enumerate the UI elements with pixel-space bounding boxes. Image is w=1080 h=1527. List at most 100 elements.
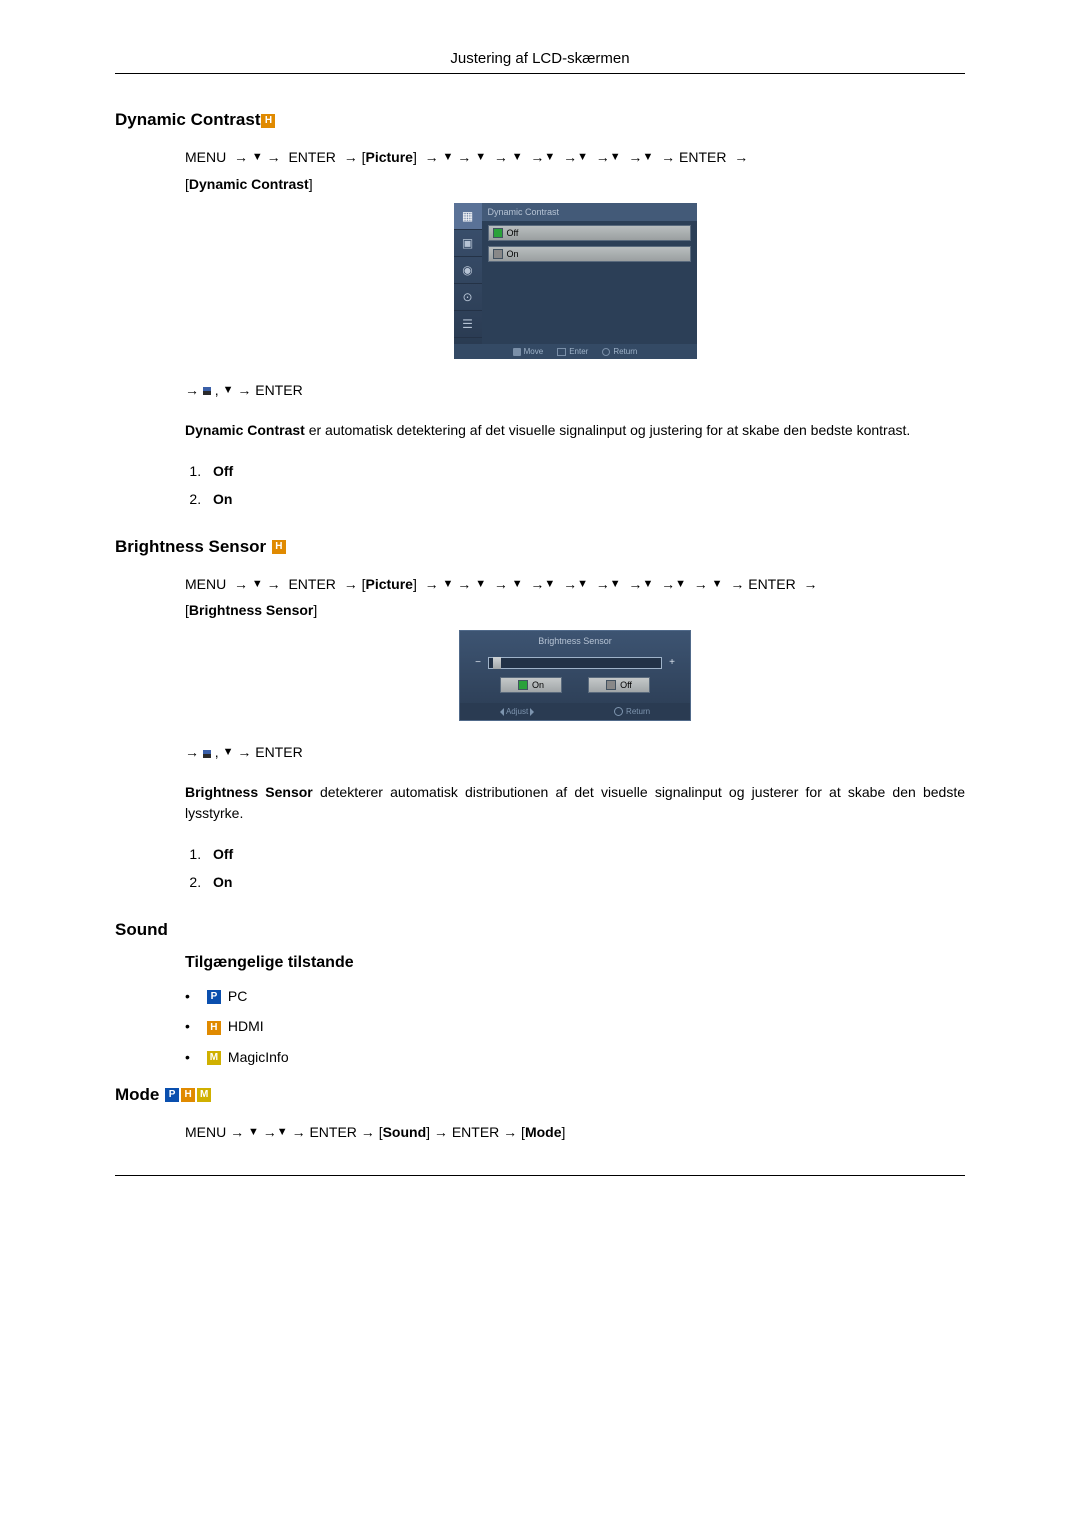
check-icon (606, 680, 616, 690)
page-footer-rule (115, 1175, 965, 1176)
nav-post-brightness-sensor: → , ▼ → ENTER (185, 739, 965, 766)
nav-brightness-sensor-bracket: Brightness Sensor (189, 602, 313, 618)
nav-path-brightness-sensor: MENU → ▼ → ENTER → [Picture] → ▼ → ▼ → ▼… (185, 571, 965, 624)
pc-icon: P (165, 1088, 179, 1102)
down-arrow-icon: ▼ (443, 574, 454, 595)
dynamic-contrast-options-list: Off On (185, 457, 965, 513)
down-arrow-icon: ▼ (577, 574, 588, 595)
down-arrow-icon: ▼ (475, 147, 486, 168)
nav-picture: Picture (365, 149, 412, 165)
hdmi-icon: H (272, 540, 286, 554)
osd-option-label: On (507, 249, 519, 259)
osd-footer: Move Enter Return (454, 344, 697, 359)
section-title-mode: Mode PHM (115, 1085, 965, 1105)
down-arrow-icon: ▼ (642, 574, 653, 595)
desc-bold: Brightness Sensor (185, 784, 313, 800)
down-arrow-icon: ▼ (610, 574, 621, 595)
list-item: On (205, 485, 965, 513)
down-arrow-icon: ▼ (712, 574, 723, 595)
list-item: P PC (185, 988, 965, 1004)
nav-sound: Sound (383, 1124, 427, 1140)
nav-enter: ENTER (288, 576, 335, 592)
osd-option-off: Off (488, 225, 691, 241)
slider-track (488, 657, 662, 669)
nav-picture: Picture (365, 576, 412, 592)
down-arrow-icon: ▼ (248, 1122, 259, 1143)
plus-icon: + (668, 657, 676, 668)
down-arrow-icon: ▼ (277, 1122, 288, 1143)
mode-label: PC (228, 988, 247, 1004)
available-modes-heading: Tilgængelige tilstande (185, 954, 965, 972)
section-title-dynamic-contrast: Dynamic ContrastH (115, 110, 965, 130)
osd-button-label: On (532, 680, 544, 690)
square-icon (203, 387, 211, 395)
osd-footer-enter: Enter (557, 347, 588, 356)
hdmi-icon: H (181, 1088, 195, 1102)
hdmi-icon: H (261, 114, 275, 128)
available-modes-list: P PC HHDMI M MagicInfo (185, 988, 965, 1065)
osd-dynamic-contrast: ▦ ▣ ◉ ⊙ ☰ Dynamic Contrast Off On Move (454, 203, 697, 359)
osd-sidebar-item: ◉ (454, 257, 482, 284)
list-item: Off (205, 840, 965, 868)
check-icon (493, 228, 503, 238)
nav-menu: MENU (185, 149, 226, 165)
nav-menu: MENU (185, 1124, 226, 1140)
hdmi-icon: H (207, 1021, 221, 1035)
down-arrow-icon: ▼ (252, 147, 263, 168)
osd-footer-return: Return (614, 707, 650, 716)
osd-footer-adjust: Adjust (500, 707, 534, 716)
magicinfo-icon: M (197, 1088, 211, 1102)
nav-post-dynamic-contrast: → , ▼ → ENTER (185, 377, 965, 404)
pc-icon: P (207, 990, 221, 1004)
osd-footer: Adjust Return (460, 703, 690, 720)
desc-bold: Dynamic Contrast (185, 422, 305, 438)
osd-button-off: Off (588, 677, 650, 693)
brightness-sensor-description: Brightness Sensor detekterer automatisk … (185, 782, 965, 824)
option-off: Off (213, 463, 233, 479)
nav-enter: ENTER (452, 1124, 499, 1140)
nav-enter: ENTER (255, 382, 302, 398)
list-item: HHDMI (185, 1018, 965, 1034)
page-title: Justering af LCD-skærmen (115, 50, 965, 74)
nav-enter: ENTER (255, 744, 302, 760)
option-off: Off (213, 846, 233, 862)
desc-rest: er automatisk detektering af det visuell… (305, 422, 910, 438)
nav-path-dynamic-contrast: MENU → ▼ → ENTER → [Picture] → ▼ → ▼ → ▼… (185, 144, 965, 197)
down-arrow-icon: ▼ (223, 380, 234, 401)
osd-sidebar-item: ▣ (454, 230, 482, 257)
down-arrow-icon: ▼ (443, 147, 454, 168)
osd-option-on: On (488, 246, 691, 262)
dynamic-contrast-description: Dynamic Contrast er automatisk detekteri… (185, 420, 965, 441)
osd-title: Brightness Sensor (460, 631, 690, 651)
option-on: On (213, 874, 232, 890)
down-arrow-icon: ▼ (512, 574, 523, 595)
section-title-brightness-sensor: Brightness Sensor H (115, 537, 965, 557)
down-arrow-icon: ▼ (577, 147, 588, 168)
list-item: Off (205, 457, 965, 485)
nav-dynamic-contrast-bracket: Dynamic Contrast (189, 176, 309, 192)
square-icon (203, 750, 211, 758)
down-arrow-icon: ▼ (223, 742, 234, 763)
osd-sidebar-item: ▦ (454, 203, 482, 230)
nav-enter: ENTER (288, 149, 335, 165)
minus-icon: − (474, 657, 482, 668)
nav-path-mode: MENU → ▼ →▼ → ENTER → [Sound] → ENTER → … (185, 1119, 965, 1146)
section-title-sound: Sound (115, 920, 965, 940)
down-arrow-icon: ▼ (544, 574, 555, 595)
list-item: M MagicInfo (185, 1049, 965, 1065)
down-arrow-icon: ▼ (642, 147, 653, 168)
option-on: On (213, 491, 232, 507)
osd-brightness-sensor: Brightness Sensor − + On Off Adjust Retu… (459, 630, 691, 721)
down-arrow-icon: ▼ (675, 574, 686, 595)
mode-label: MagicInfo (228, 1049, 289, 1065)
dynamic-contrast-title-text: Dynamic Contrast (115, 110, 260, 129)
down-arrow-icon: ▼ (544, 147, 555, 168)
check-icon (493, 249, 503, 259)
check-icon (518, 680, 528, 690)
osd-footer-return: Return (602, 347, 637, 356)
down-arrow-icon: ▼ (475, 574, 486, 595)
magicinfo-icon: M (207, 1051, 221, 1065)
osd-sidebar-item: ☰ (454, 311, 482, 338)
down-arrow-icon: ▼ (512, 147, 523, 168)
osd-footer-move: Move (513, 347, 544, 356)
